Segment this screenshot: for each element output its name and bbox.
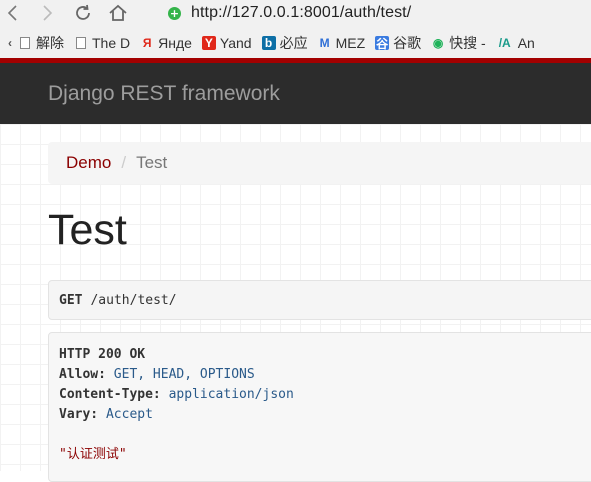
a-icon: /A (498, 36, 511, 50)
request-path: /auth/test/ (90, 292, 177, 308)
request-method: GET (59, 292, 83, 308)
chevron-left-icon (7, 5, 17, 21)
bookmark-item[interactable]: 谷 谷歌 (375, 33, 421, 53)
bookmark-item[interactable]: Y Yand (201, 35, 252, 51)
forward-button[interactable] (36, 3, 58, 23)
header-key: Allow: (59, 367, 106, 382)
bookmark-label: Yand (219, 35, 252, 51)
back-button[interactable] (2, 3, 24, 23)
header-value: GET, HEAD, OPTIONS (113, 367, 255, 382)
bookmark-item[interactable]: Я Янде (140, 35, 192, 51)
chevron-right-icon (43, 5, 53, 21)
bing-icon: b (261, 36, 276, 50)
header-value: Accept (105, 407, 153, 422)
bookmark-label: 解除 (36, 35, 64, 51)
bookmark-label: Янде (158, 35, 192, 51)
bookmark-label: The D (92, 35, 131, 51)
bookmark-item[interactable]: ‹ 解除 (6, 33, 64, 53)
response-body: "认证测试" (59, 447, 127, 462)
yandex-icon: Я (142, 36, 152, 50)
main-content: Demo / Test Test GET /auth/test/ HTTP 20… (0, 124, 591, 482)
bookmarks-bar: ‹ 解除 The D Я Янде Y Yand b 必应 M MEZ 谷 谷歌 (0, 31, 591, 55)
page-title: Test (48, 206, 127, 254)
response-header: Vary: Accept (59, 405, 591, 425)
page-icon (18, 36, 32, 50)
home-icon (109, 4, 127, 21)
response-info: HTTP 200 OK Allow: GET, HEAD, OPTIONS Co… (48, 332, 591, 482)
home-button[interactable] (107, 3, 129, 23)
bookmark-item[interactable]: M MEZ (318, 35, 366, 51)
bookmark-label: MEZ (335, 35, 366, 51)
yandex-y-icon: Y (201, 36, 216, 50)
bookmark-label: 谷歌 (393, 35, 422, 51)
bookmark-item[interactable]: ◉ 快搜 - (431, 33, 486, 53)
page-icon (74, 36, 88, 50)
breadcrumb-active: Test (136, 153, 168, 172)
m-icon: M (319, 36, 330, 50)
bookmark-item[interactable]: /A An (496, 35, 535, 51)
header-value: application/json (168, 387, 294, 402)
chevron-left-icon: ‹ (8, 36, 12, 50)
header-key: Content-Type: (59, 387, 161, 402)
response-header: Content-Type: application/json (59, 385, 591, 405)
bookmark-label: 必应 (279, 35, 308, 51)
plus-icon: + (168, 6, 181, 20)
address-bar[interactable]: + http://127.0.0.1:8001/auth/test/ (148, 2, 591, 24)
breadcrumb-separator: / (121, 153, 127, 172)
kuaisou-icon: ◉ (432, 36, 444, 50)
browser-chrome: + http://127.0.0.1:8001/auth/test/ ‹ 解除 … (0, 0, 591, 58)
bookmark-item[interactable]: The D (74, 35, 130, 51)
breadcrumb-link-demo[interactable]: Demo (66, 153, 111, 173)
header-key: Vary: (59, 407, 99, 422)
navbar: Django REST framework (0, 63, 591, 124)
bookmark-label: An (517, 35, 535, 51)
reload-icon (76, 4, 90, 20)
request-info: GET /auth/test/ (48, 280, 591, 320)
url-text[interactable]: http://127.0.0.1:8001/auth/test/ (191, 4, 411, 22)
navbar-brand[interactable]: Django REST framework (48, 82, 280, 106)
google-icon: 谷 (375, 36, 390, 51)
response-status: HTTP 200 OK (59, 347, 146, 362)
reload-button[interactable] (72, 3, 94, 23)
bookmark-item[interactable]: b 必应 (261, 33, 308, 53)
breadcrumb: Demo / Test (48, 142, 591, 184)
response-header: Allow: GET, HEAD, OPTIONS (59, 365, 591, 385)
bookmark-label: 快搜 - (449, 35, 486, 51)
